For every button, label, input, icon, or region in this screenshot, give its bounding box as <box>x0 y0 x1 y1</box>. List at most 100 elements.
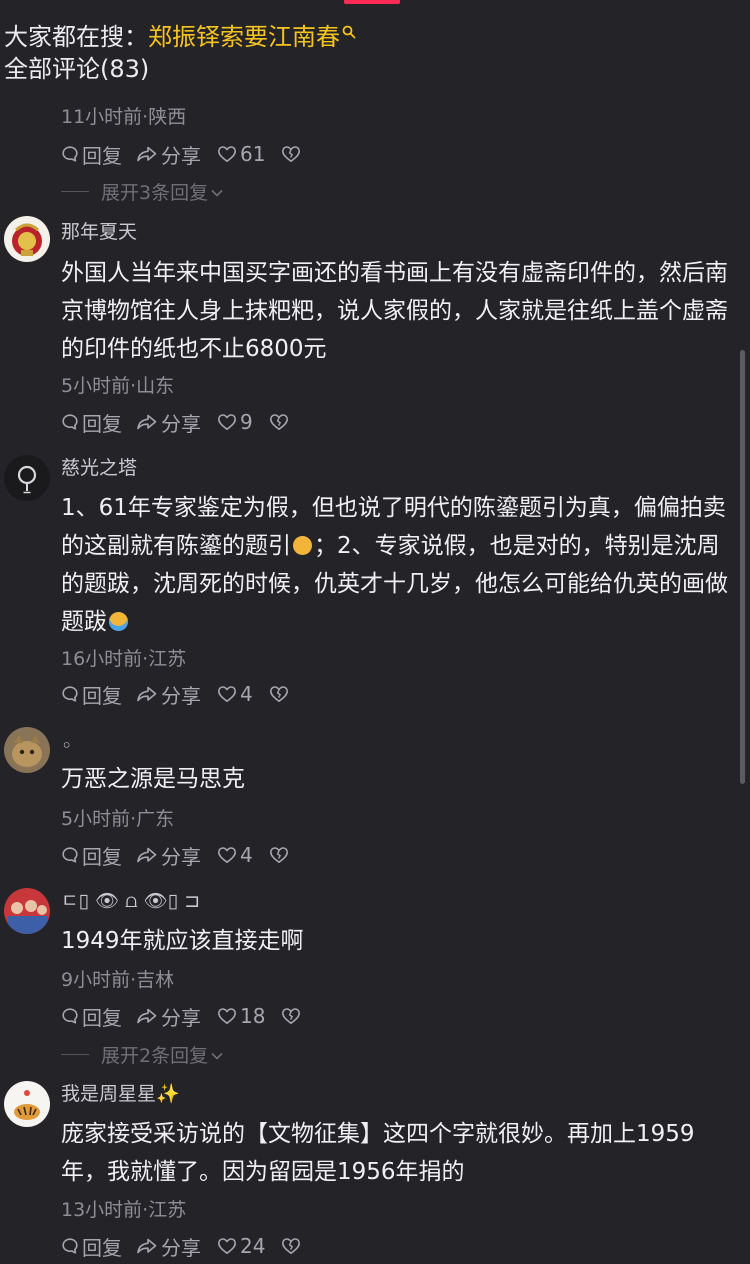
heart-icon <box>217 145 237 163</box>
comment-text: 1、61年专家鉴定为假，但也说了明代的陈鎏题引为真，偏偏拍卖的这副就有陈鎏的题引… <box>61 489 737 641</box>
share-label: 分享 <box>161 1005 201 1030</box>
avatar[interactable] <box>4 455 50 501</box>
avatar[interactable] <box>4 216 50 262</box>
reply-button[interactable]: 回复 <box>61 408 122 437</box>
comment-text: 万恶之源是马思克 <box>61 766 245 792</box>
broken-heart-icon <box>269 413 289 431</box>
reply-label: 回复 <box>82 1235 122 1260</box>
dislike-button[interactable] <box>281 1237 301 1255</box>
comment-actions: 回复 分享 4 <box>61 680 289 708</box>
comment-actions: 回复 分享 24 <box>61 1232 301 1260</box>
comment-actions: 回复 分享 61 <box>61 140 301 168</box>
like-count: 24 <box>240 1234 266 1258</box>
share-button[interactable]: 分享 <box>136 1002 201 1031</box>
share-label: 分享 <box>161 844 201 869</box>
share-button[interactable]: 分享 <box>136 140 201 169</box>
heart-icon <box>217 413 237 431</box>
dislike-button[interactable] <box>269 413 289 431</box>
search-suggestion[interactable]: 大家都在搜：郑振铎索要江南春 <box>4 14 356 54</box>
comment-actions: 回复 分享 9 <box>61 408 289 436</box>
chevron-down-icon <box>208 1044 224 1066</box>
broken-heart-icon <box>269 846 289 864</box>
dislike-button[interactable] <box>281 145 301 163</box>
heart-icon <box>217 846 237 864</box>
share-arrow-icon <box>136 1237 158 1255</box>
comment-bubble-icon <box>61 685 79 703</box>
share-label: 分享 <box>161 683 201 708</box>
broken-heart-icon <box>281 1237 301 1255</box>
expand-replies-label: 展开3条回复 <box>101 182 209 204</box>
comment-text: 1949年就应该直接走啊 <box>61 928 304 954</box>
comment-author[interactable]: 慈光之塔 <box>61 455 137 481</box>
laughing-tears-emoji-icon <box>109 612 128 631</box>
comment-author[interactable]: ㄷ▯ 👁 ⩍ 👁▯ ⊐ <box>61 888 200 914</box>
like-button[interactable]: 61 <box>217 142 265 166</box>
share-label: 分享 <box>161 411 201 436</box>
reply-button[interactable]: 回复 <box>61 140 122 169</box>
comments-count-title: 全部评论(83) <box>4 55 150 83</box>
search-suggestion-prefix: 大家都在搜： <box>4 23 148 51</box>
like-count: 61 <box>240 142 266 166</box>
expand-replies[interactable]: 展开2条回复 <box>61 1041 224 1068</box>
share-arrow-icon <box>136 413 158 431</box>
like-count: 18 <box>240 1004 266 1028</box>
reply-button[interactable]: 回复 <box>61 841 122 870</box>
comments-page: 大家都在搜：郑振铎索要江南春 全部评论(83) 11小时前·陕西 回复 分享 6… <box>0 0 750 1264</box>
reply-label: 回复 <box>82 844 122 869</box>
reply-button[interactable]: 回复 <box>61 1232 122 1261</box>
share-arrow-icon <box>136 846 158 864</box>
comment-actions: 回复 分享 18 <box>61 1002 301 1030</box>
share-button[interactable]: 分享 <box>136 680 201 709</box>
avatar[interactable] <box>4 888 50 934</box>
reply-label: 回复 <box>82 683 122 708</box>
like-button[interactable]: 9 <box>217 410 253 434</box>
comment-meta: 5小时前·广东 <box>61 808 175 830</box>
comment-bubble-icon <box>61 145 79 163</box>
comment-meta: 5小时前·山东 <box>61 375 175 397</box>
comment-text: 庞家接受采访说的【文物征集】这四个字就很妙。再加上1959年，我就懂了。因为留园… <box>61 1121 695 1185</box>
avatar[interactable] <box>4 727 50 773</box>
heart-icon <box>217 1007 237 1025</box>
reply-label: 回复 <box>82 411 122 436</box>
like-count: 4 <box>240 843 253 867</box>
dislike-button[interactable] <box>269 846 289 864</box>
heart-icon <box>217 1237 237 1255</box>
avatar[interactable] <box>4 1081 50 1127</box>
search-suggestion-keyword[interactable]: 郑振铎索要江南春 <box>148 23 340 51</box>
share-arrow-icon <box>136 1007 158 1025</box>
like-count: 4 <box>240 682 253 706</box>
like-button[interactable]: 4 <box>217 843 253 867</box>
share-button[interactable]: 分享 <box>136 841 201 870</box>
like-button[interactable]: 24 <box>217 1234 265 1258</box>
scrollbar[interactable] <box>740 350 745 784</box>
smirk-emoji-icon <box>293 536 312 555</box>
share-label: 分享 <box>161 1235 201 1260</box>
reply-button[interactable]: 回复 <box>61 680 122 709</box>
broken-heart-icon <box>281 145 301 163</box>
broken-heart-icon <box>269 685 289 703</box>
like-button[interactable]: 18 <box>217 1004 265 1028</box>
like-button[interactable]: 4 <box>217 682 253 706</box>
expand-replies[interactable]: 展开3条回复 <box>61 178 224 205</box>
comment-bubble-icon <box>61 1007 79 1025</box>
comment-meta: 13小时前·江苏 <box>61 1199 187 1221</box>
expand-divider <box>61 1054 89 1055</box>
chevron-down-icon <box>208 181 224 203</box>
share-arrow-icon <box>136 145 158 163</box>
share-button[interactable]: 分享 <box>136 408 201 437</box>
heart-icon <box>217 685 237 703</box>
reply-button[interactable]: 回复 <box>61 1002 122 1031</box>
comment-author[interactable]: 那年夏天 <box>61 219 137 245</box>
share-button[interactable]: 分享 <box>136 1232 201 1261</box>
comment-author[interactable]: ◦ <box>61 733 72 759</box>
expand-replies-label: 展开2条回复 <box>101 1045 209 1067</box>
expand-divider <box>61 191 89 192</box>
comment-bubble-icon <box>61 846 79 864</box>
dislike-button[interactable] <box>281 1007 301 1025</box>
comment-text: 外国人当年来中国买字画还的看书画上有没有虚斋印件的，然后南京博物馆往人身上抹粑粑… <box>61 260 728 362</box>
comment-author[interactable]: 我是周星星✨ <box>61 1081 180 1107</box>
broken-heart-icon <box>281 1007 301 1025</box>
share-label: 分享 <box>161 143 201 168</box>
comment-actions: 回复 分享 4 <box>61 841 289 869</box>
dislike-button[interactable] <box>269 685 289 703</box>
